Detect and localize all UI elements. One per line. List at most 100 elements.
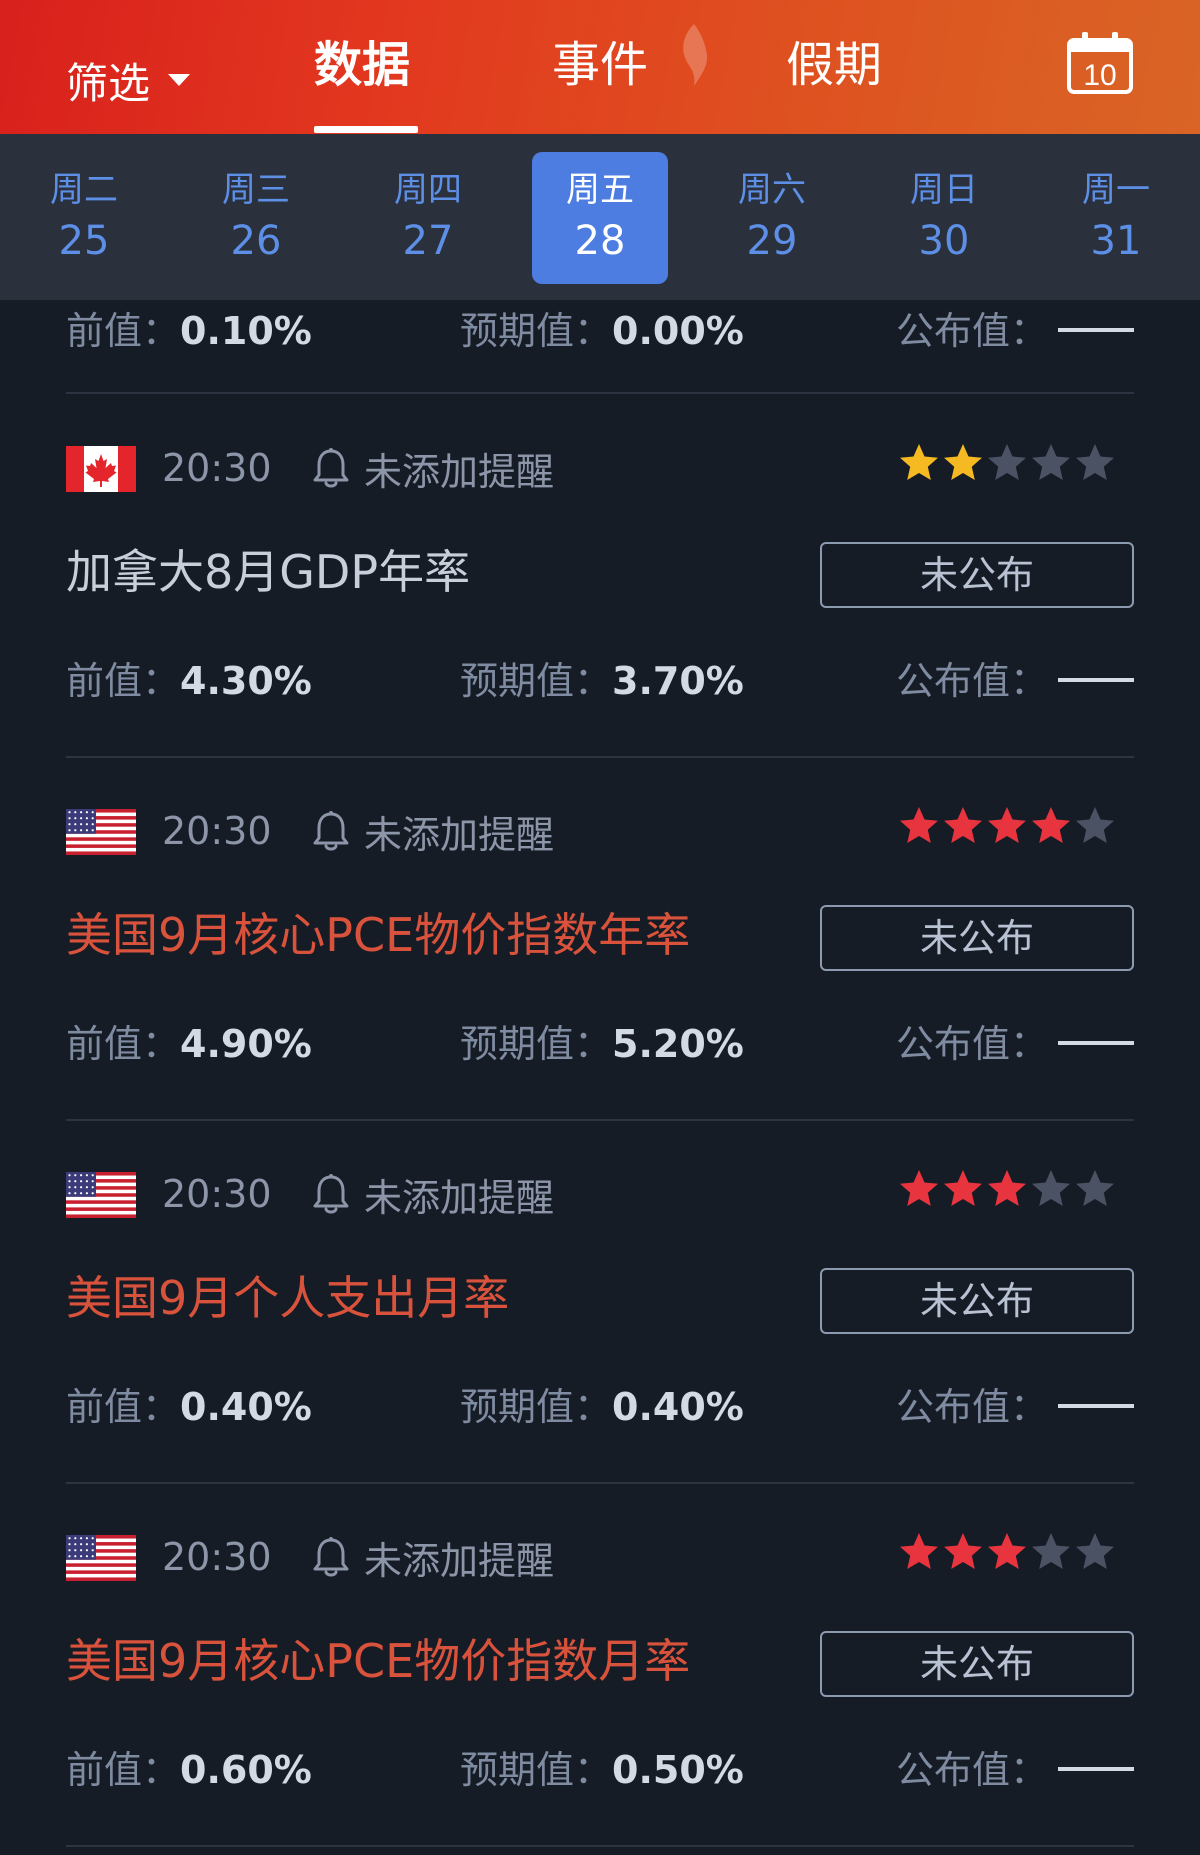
list-item[interactable]: 20:30 未添加提醒 加拿大8月GDP年率 未公布 前值：4.30% 预期值：… xyxy=(0,394,1200,758)
status-button[interactable]: 未公布 xyxy=(820,542,1134,608)
star-filled-icon xyxy=(944,1533,982,1569)
top-header: 筛选 数据 事件 假期 10 xyxy=(0,0,1200,134)
colon: ： xyxy=(1009,309,1048,353)
colon: ： xyxy=(142,1385,181,1429)
actual-value-field: 公布值： xyxy=(896,1376,1134,1431)
expected-value: 0.40% xyxy=(612,1385,744,1429)
status-button[interactable]: 未公布 xyxy=(820,905,1134,971)
caret-down-icon xyxy=(168,74,191,86)
expected-label: 预期值 xyxy=(460,1385,575,1429)
list-item[interactable]: 20:30 未添加提醒 美国9月核心PCE物价指数月率 未公布 前值：0.60%… xyxy=(0,1483,1200,1847)
empty-value-dash xyxy=(1058,677,1134,682)
prev-value: 4.30% xyxy=(180,659,312,703)
empty-value-dash xyxy=(1058,1040,1134,1045)
add-reminder-button[interactable]: 未添加提醒 xyxy=(312,1529,554,1585)
indicator-title: 美国9月核心PCE物价指数年率 xyxy=(66,908,691,962)
prev-value-field: 前值：0.60% xyxy=(66,1739,312,1794)
add-reminder-button[interactable]: 未添加提醒 xyxy=(312,1166,554,1222)
star-filled-icon xyxy=(900,444,938,480)
colon: ： xyxy=(1009,1748,1048,1792)
prev-value: 0.60% xyxy=(180,1748,312,1792)
star-filled-icon xyxy=(988,1533,1026,1569)
list-item[interactable]: 20:30 未添加提醒 美国9月核心PCE物价指数年率 未公布 前值：4.90%… xyxy=(0,757,1200,1121)
indicator-title: 加拿大8月GDP年率 xyxy=(66,545,471,599)
day-date: 31 xyxy=(1090,218,1142,264)
usa-flag-icon xyxy=(66,809,136,855)
values-row: 前值：4.90% 预期值：5.20% 公布值： xyxy=(66,1013,1134,1066)
filter-dropdown[interactable]: 筛选 xyxy=(66,52,191,108)
add-reminder-button[interactable]: 未添加提醒 xyxy=(312,440,554,496)
calendar-button[interactable]: 10 xyxy=(1066,30,1134,96)
colon: ： xyxy=(1009,1385,1048,1429)
actual-value-field: 公布值： xyxy=(896,1013,1134,1068)
day-weekday: 周五 xyxy=(566,170,634,210)
release-time: 20:30 xyxy=(162,446,272,490)
tab-events[interactable]: 事件 xyxy=(552,30,648,100)
colon: ： xyxy=(574,309,613,353)
prev-label: 前值 xyxy=(66,1748,143,1792)
colon: ： xyxy=(574,659,613,703)
tab-holidays[interactable]: 假期 xyxy=(786,30,882,100)
status-button[interactable]: 未公布 xyxy=(820,1268,1134,1334)
empty-value-dash xyxy=(1058,1403,1134,1408)
prev-value: 0.10% xyxy=(180,309,312,353)
colon: ： xyxy=(574,1385,613,1429)
actual-value-field: 公布值： xyxy=(896,300,1134,355)
colon: ： xyxy=(1009,1022,1048,1066)
day-date: 28 xyxy=(574,218,626,264)
day-weekday: 周四 xyxy=(394,170,462,210)
day-wed[interactable]: 周三 26 xyxy=(188,152,324,284)
day-sat[interactable]: 周六 29 xyxy=(704,152,840,284)
prev-value-field: 前值：4.30% xyxy=(66,650,312,705)
expected-label: 预期值 xyxy=(460,309,575,353)
reminder-label: 未添加提醒 xyxy=(364,812,555,857)
prev-label: 前值 xyxy=(66,1385,143,1429)
actual-label: 公布值 xyxy=(895,309,1010,353)
day-weekday: 周日 xyxy=(910,170,978,210)
actual-value-field: 公布值： xyxy=(896,650,1134,705)
day-weekday: 周六 xyxy=(738,170,806,210)
star-filled-icon xyxy=(900,1170,938,1206)
star-filled-icon xyxy=(944,1170,982,1206)
importance-stars xyxy=(896,442,1116,484)
prev-value: 0.40% xyxy=(180,1385,312,1429)
day-mon[interactable]: 周一 31 xyxy=(1048,152,1184,284)
expected-value: 0.00% xyxy=(612,309,744,353)
add-reminder-button[interactable]: 未添加提醒 xyxy=(312,803,554,859)
expected-value: 5.20% xyxy=(612,1022,744,1066)
day-sun[interactable]: 周日 30 xyxy=(876,152,1012,284)
values-row: 前值：4.30% 预期值：3.70% 公布值： xyxy=(66,650,1134,703)
bell-icon xyxy=(313,1174,349,1214)
prev-value-field: 前值：4.90% xyxy=(66,1013,312,1068)
expected-value-field: 预期值：5.20% xyxy=(460,1013,744,1068)
day-date: 26 xyxy=(230,218,282,264)
indicator-title: 美国9月核心PCE物价指数月率 xyxy=(66,1634,691,1688)
actual-value-field: 公布值： xyxy=(896,1739,1134,1794)
star-empty-icon xyxy=(1032,1170,1070,1206)
prev-label: 前值 xyxy=(66,659,143,703)
prev-value: 4.90% xyxy=(180,1022,312,1066)
expected-label: 预期值 xyxy=(460,1748,575,1792)
star-filled-icon xyxy=(1032,807,1070,843)
star-filled-icon xyxy=(988,1170,1026,1206)
star-empty-icon xyxy=(1032,1533,1070,1569)
bell-icon xyxy=(313,811,349,851)
day-tue[interactable]: 周二 25 xyxy=(16,152,152,284)
release-time: 20:30 xyxy=(162,1535,272,1579)
star-empty-icon xyxy=(1076,444,1114,480)
status-button[interactable]: 未公布 xyxy=(820,1631,1134,1697)
expected-label: 预期值 xyxy=(460,659,575,703)
colon: ： xyxy=(142,659,181,703)
day-date: 29 xyxy=(746,218,798,264)
actual-label: 公布值 xyxy=(895,1022,1010,1066)
canada-flag-icon xyxy=(66,446,136,492)
tab-data[interactable]: 数据 xyxy=(314,30,410,100)
star-filled-icon xyxy=(900,1533,938,1569)
list-item[interactable]: 20:30 未添加提醒 美国9月个人支出月率 未公布 前值：0.40% 预期值：… xyxy=(0,1120,1200,1484)
importance-stars xyxy=(896,1531,1116,1573)
day-fri-selected[interactable]: 周五 28 xyxy=(532,152,668,284)
day-thu[interactable]: 周四 27 xyxy=(360,152,496,284)
values-row: 前值：0.60% 预期值：0.50% 公布值： xyxy=(66,1739,1134,1792)
expected-value: 3.70% xyxy=(612,659,744,703)
colon: ： xyxy=(574,1748,613,1792)
